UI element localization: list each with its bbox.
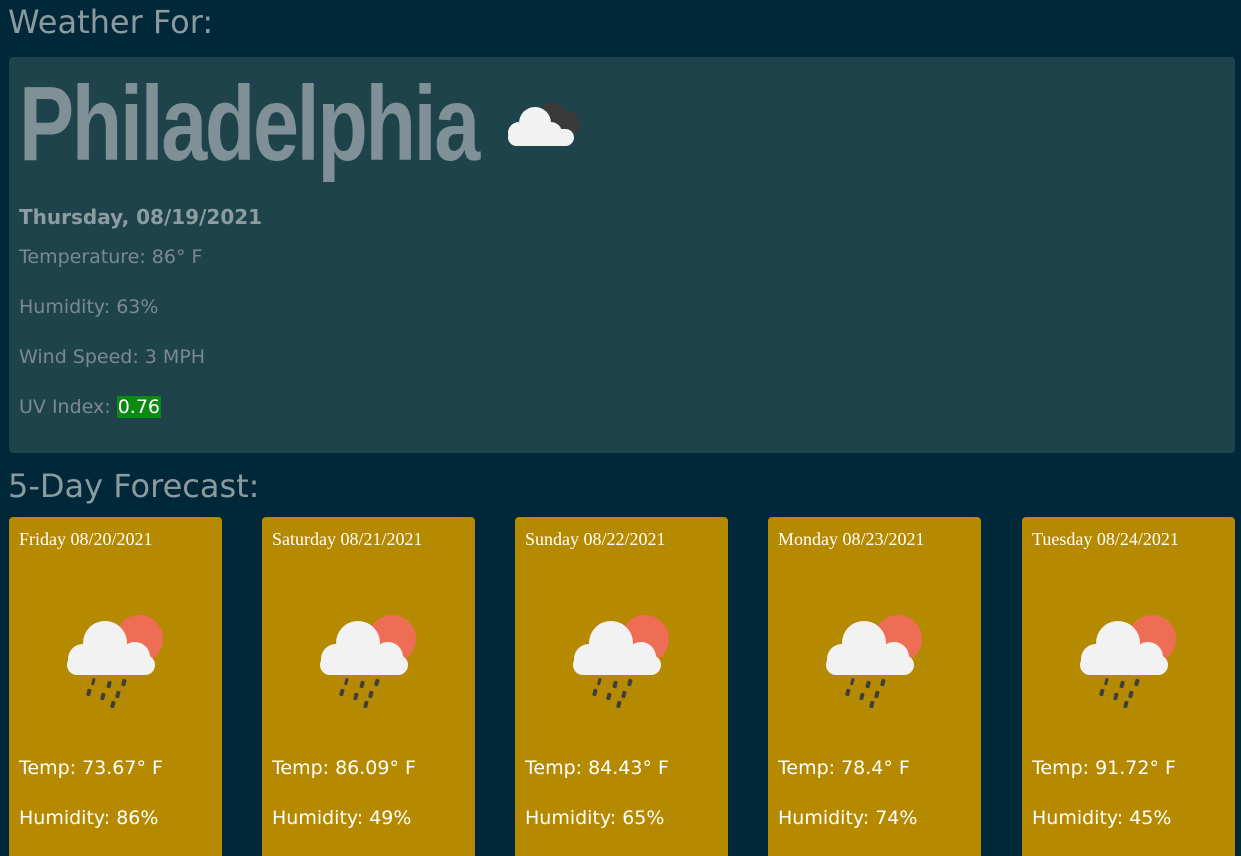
- forecast-day-humidity: Humidity: 49%: [272, 807, 412, 829]
- forecast-day-humidity: Humidity: 74%: [778, 807, 918, 829]
- current-temperature: Temperature: 86° F: [19, 246, 203, 268]
- uv-index-label: UV Index:: [19, 396, 111, 418]
- rain-sun-icon: [573, 615, 669, 709]
- forecast-day-title: Tuesday 08/24/2021: [1032, 529, 1179, 549]
- forecast-day-title: Sunday 08/22/2021: [525, 529, 666, 549]
- forecast-day-temp: Temp: 73.67° F: [19, 757, 163, 779]
- forecast-day-temp: Temp: 84.43° F: [525, 757, 669, 779]
- current-humidity: Humidity: 63%: [19, 296, 159, 318]
- uv-index-badge: 0.76: [116, 396, 162, 418]
- weather-for-heading: Weather For:: [8, 3, 214, 41]
- rain-sun-icon: [320, 615, 416, 709]
- current-wind-speed: Wind Speed: 3 MPH: [19, 346, 206, 368]
- forecast-day-humidity: Humidity: 45%: [1032, 807, 1172, 829]
- forecast-day-card-1: Friday 08/20/2021 Temp: 73.67° F Humidit…: [9, 517, 222, 856]
- forecast-heading: 5-Day Forecast:: [8, 467, 260, 505]
- weather-dashboard: Weather For: Philadelphia Thursday, 08/1…: [0, 0, 1241, 856]
- forecast-day-temp: Temp: 86.09° F: [272, 757, 416, 779]
- current-weather-card: Philadelphia Thursday, 08/19/2021 Temper…: [9, 57, 1235, 453]
- forecast-day-card-5: Tuesday 08/24/2021 Temp: 91.72° F Humidi…: [1022, 517, 1235, 856]
- forecast-day-title: Friday 08/20/2021: [19, 529, 153, 549]
- rain-sun-icon: [826, 615, 922, 709]
- forecast-day-humidity: Humidity: 65%: [525, 807, 665, 829]
- forecast-day-title: Monday 08/23/2021: [778, 529, 925, 549]
- current-date: Thursday, 08/19/2021: [19, 205, 263, 229]
- forecast-day-temp: Temp: 78.4° F: [778, 757, 910, 779]
- rain-sun-icon: [1080, 615, 1176, 709]
- forecast-day-temp: Temp: 91.72° F: [1032, 757, 1176, 779]
- city-row: Philadelphia: [19, 71, 587, 177]
- forecast-day-title: Saturday 08/21/2021: [272, 529, 423, 549]
- current-uv-index: UV Index: 0.76: [19, 396, 162, 418]
- forecast-day-card-4: Monday 08/23/2021 Temp: 78.4° F Humidity…: [768, 517, 981, 856]
- forecast-day-card-3: Sunday 08/22/2021 Temp: 84.43° F Humidit…: [515, 517, 728, 856]
- forecast-row: Friday 08/20/2021 Temp: 73.67° F Humidit…: [9, 517, 1239, 856]
- forecast-day-card-2: Saturday 08/21/2021 Temp: 86.09° F Humid…: [262, 517, 475, 856]
- city-name: Philadelphia: [19, 65, 480, 183]
- cloudy-icon: [508, 102, 580, 146]
- forecast-day-humidity: Humidity: 86%: [19, 807, 159, 829]
- rain-sun-icon: [67, 615, 163, 709]
